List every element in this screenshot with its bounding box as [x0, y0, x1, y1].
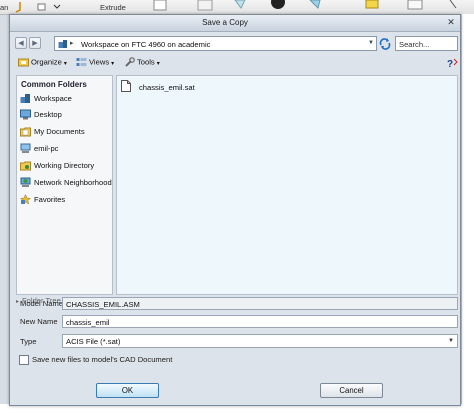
search-placeholder: Search... — [399, 40, 430, 49]
tools-menu[interactable]: Tools ▾ — [124, 57, 160, 70]
ok-button[interactable]: OK — [96, 383, 159, 398]
folder-item-favorites[interactable]: Favorites — [19, 193, 111, 207]
tools-dropdown-icon: ▾ — [156, 60, 160, 67]
expand-arrow-icon: ▸ — [16, 299, 20, 305]
file-name: chassis_emil.sat — [139, 83, 195, 92]
organize-icon — [18, 58, 29, 67]
views-menu[interactable]: Views ▾ — [76, 57, 114, 70]
background-app-toolbar: an Extrude — [0, 0, 474, 15]
save-to-cad-document-checkbox[interactable] — [19, 355, 29, 365]
dialog-titlebar[interactable]: Save a Copy ✕ — [10, 15, 460, 32]
folder-item-working-directory[interactable]: Working Directory — [19, 159, 111, 173]
type-select[interactable]: ACIS File (*.sat) ▼ — [62, 334, 458, 348]
background-app-area — [461, 14, 474, 406]
folder-item-label: Desktop — [34, 110, 62, 119]
views-label: Views — [89, 57, 110, 67]
folder-item-workspace[interactable]: Workspace — [19, 92, 111, 106]
tools-icon — [125, 57, 135, 67]
path-separator-icon: ▸ — [70, 40, 74, 47]
common-folders-heading: Common Folders — [21, 80, 87, 89]
folder-item-label: My Documents — [34, 127, 85, 136]
folder-item-label: Workspace — [34, 94, 72, 103]
extrude-label[interactable]: Extrude — [100, 3, 126, 12]
path-text: Workspace on FTC 4960 on academic — [81, 40, 211, 49]
chevron-down-icon: ▼ — [448, 338, 454, 344]
folder-item-label: Working Directory — [34, 161, 95, 170]
network-icon — [20, 177, 31, 187]
forward-button[interactable]: ▶ — [29, 37, 41, 49]
computer-icon — [20, 143, 31, 153]
new-name-input[interactable]: chassis_emil — [62, 315, 458, 328]
file-icon — [121, 80, 131, 92]
organize-label: Organize — [31, 57, 62, 67]
common-folders-panel: Common Folders Workspace Desktop My Docu… — [16, 75, 113, 295]
views-dropdown-icon: ▾ — [111, 60, 115, 67]
background-toolbar-icons-right — [153, 0, 457, 11]
organize-dropdown-icon: ▾ — [63, 60, 67, 67]
cancel-button[interactable]: Cancel — [320, 383, 383, 398]
tools-label: Tools — [137, 57, 155, 67]
search-input[interactable]: Search... — [395, 36, 458, 51]
background-toolbar-label: an — [0, 3, 9, 12]
folder-item-label: emil-pc — [34, 144, 59, 153]
path-dropdown-icon[interactable]: ▼ — [368, 40, 374, 46]
path-bar[interactable]: ▸ Workspace on FTC 4960 on academic ▼ — [54, 36, 377, 51]
organize-menu[interactable]: Organize ▾ — [18, 57, 67, 70]
back-button[interactable]: ◀ — [15, 37, 27, 49]
help-icon[interactable]: ? — [446, 57, 458, 69]
background-toolbar-icons — [15, 2, 61, 13]
svg-text:?: ? — [447, 59, 453, 69]
folder-item-label: Network Neighborhood — [34, 178, 112, 187]
save-to-cad-document-label: Save new files to model's CAD Document — [32, 355, 173, 364]
folder-item-emil-pc[interactable]: emil-pc — [19, 142, 111, 156]
working-directory-icon — [20, 161, 31, 171]
model-name-field: CHASSIS_EMIL.ASM — [62, 297, 458, 310]
close-button[interactable]: ✕ — [445, 17, 457, 28]
desktop-icon — [20, 109, 31, 120]
refresh-icon[interactable] — [378, 37, 392, 50]
folder-item-label: Favorites — [34, 195, 66, 204]
favorites-icon — [20, 194, 31, 205]
views-icon — [76, 58, 87, 66]
folder-item-my-documents[interactable]: My Documents — [19, 125, 111, 139]
workspace-icon — [58, 40, 67, 48]
workspace-icon — [20, 94, 30, 103]
new-name-label: New Name — [20, 317, 58, 326]
folder-item-desktop[interactable]: Desktop — [19, 108, 111, 122]
dialog-title: Save a Copy — [202, 18, 248, 27]
save-a-copy-dialog: Save a Copy ✕ ◀ ▶ ▸ Workspace on FTC 496… — [9, 14, 461, 406]
type-select-value: ACIS File (*.sat) — [66, 337, 121, 346]
type-label: Type — [20, 337, 37, 346]
file-list[interactable]: chassis_emil.sat — [116, 75, 458, 295]
documents-icon — [20, 127, 31, 137]
folder-item-network-neighborhood[interactable]: Network Neighborhood — [19, 176, 112, 190]
model-name-label: Model Name — [20, 299, 64, 308]
